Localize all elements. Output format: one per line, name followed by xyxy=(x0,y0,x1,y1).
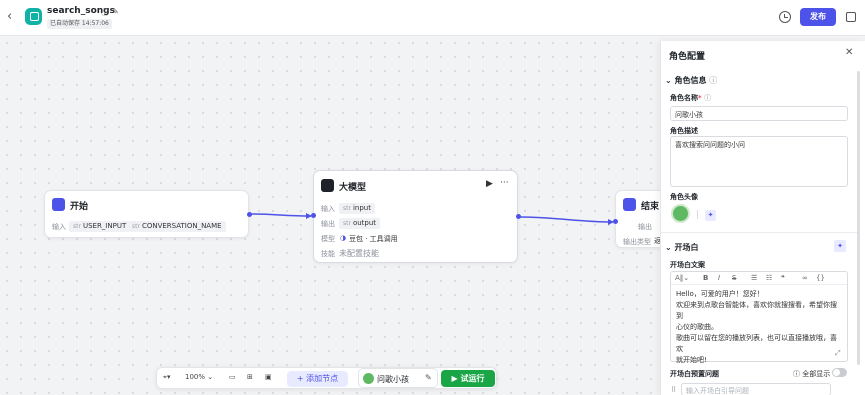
layout-icon[interactable]: ⊞ xyxy=(247,373,253,381)
app-icon xyxy=(25,8,42,25)
pointer-mode-icon[interactable]: ⌖▾ xyxy=(163,373,170,382)
link-icon[interactable]: ∞ xyxy=(802,272,808,285)
preset-questions-label: 开场白预置问题 xyxy=(670,370,719,378)
divider xyxy=(697,210,698,219)
end-node[interactable]: 结束 输出 输出类型 返 xyxy=(615,190,660,248)
opening-text-label: 开场白文案 xyxy=(670,261,705,269)
model-icon: ◑ xyxy=(340,234,347,242)
preset-question-input[interactable]: 输入开场白引导问题 xyxy=(681,383,831,395)
zoom-select[interactable]: 100% ⌄ xyxy=(185,373,213,381)
history-icon[interactable] xyxy=(779,11,791,23)
more-icon[interactable]: ··· xyxy=(500,178,509,188)
end-output-type-label: 输出类型 xyxy=(623,238,651,246)
font-size-icon[interactable]: A‖⌄ xyxy=(675,272,689,285)
show-all-label: ⓘ 全部显示 xyxy=(793,370,831,378)
role-info-section[interactable]: ⌄ 角色信息 ⓘ xyxy=(665,75,717,86)
edit-icon[interactable]: ✎ xyxy=(112,7,119,16)
role-avatar-image[interactable] xyxy=(671,204,690,223)
start-node-title: 开始 xyxy=(70,202,89,212)
panel-title: 角色配置 xyxy=(669,52,706,62)
show-all-toggle[interactable] xyxy=(832,368,847,377)
info-icon: ⓘ xyxy=(704,94,712,102)
opening-line: Hello，可爱的用户！您好！ xyxy=(676,290,764,298)
opening-line: 心仪的歌曲。 xyxy=(676,323,718,331)
publish-button[interactable]: 发布 xyxy=(800,8,836,26)
close-icon[interactable]: ✕ xyxy=(845,47,853,58)
numbered-list-icon[interactable]: ☷ xyxy=(766,272,772,285)
param-chip: str input xyxy=(339,203,375,214)
avatar-label: 角色头像 xyxy=(670,193,698,201)
role-name-input[interactable]: 问歌小孩 xyxy=(670,106,848,121)
llm-input-port[interactable] xyxy=(311,213,316,218)
ai-generate-icon[interactable]: ✦ xyxy=(834,240,846,252)
quote-icon[interactable]: ❝ xyxy=(781,272,785,285)
role-selector[interactable]: 问歌小孩 ✎ xyxy=(358,368,438,388)
divider xyxy=(661,232,857,233)
strikethrough-icon[interactable]: S xyxy=(732,272,736,285)
comment-icon[interactable]: ▭ xyxy=(229,373,236,381)
info-icon: ⓘ xyxy=(709,76,718,85)
param-chip: str CONVERSATION_NAME xyxy=(128,221,226,232)
end-node-title: 结束 xyxy=(641,202,660,212)
role-config-panel: 角色配置 ✕ ⌄ 角色信息 ⓘ 角色名称* ⓘ 问歌小孩 角色描述 喜欢搜索问问… xyxy=(660,41,865,395)
llm-model-label: 模型 xyxy=(321,235,335,243)
role-name: 问歌小孩 xyxy=(377,375,409,384)
llm-node[interactable]: 大模型 ▶ ··· 输入 str input 输出 str output 模型 ◑ … xyxy=(313,170,518,263)
llm-input-label: 输入 xyxy=(321,205,335,213)
llm-node-icon xyxy=(321,179,334,192)
llm-model-value: 豆包 · 工具调用 xyxy=(349,235,398,243)
copy-icon[interactable] xyxy=(846,12,856,22)
role-avatar xyxy=(363,373,374,384)
edge-llm-end xyxy=(518,216,614,223)
end-node-icon xyxy=(623,198,636,211)
start-output-port[interactable] xyxy=(247,212,252,217)
workflow-canvas[interactable]: 开始 输入 str USER_INPUT str CONVERSATION_NAME… xyxy=(0,36,660,395)
scrollbar[interactable] xyxy=(857,71,860,365)
edge-start-llm xyxy=(249,213,312,217)
llm-output-label: 输出 xyxy=(321,220,335,228)
bold-icon[interactable]: B xyxy=(703,272,708,285)
opening-text-editor[interactable]: A‖⌄ B I S ☰ ☷ ❝ ∞ {} Hello，可爱的用户！您好！ 欢迎来… xyxy=(670,271,848,364)
opening-section[interactable]: ⌄ 开场白 xyxy=(665,242,699,253)
ai-generate-icon[interactable]: ✦ xyxy=(705,210,716,221)
info-icon: ⓘ xyxy=(793,370,800,378)
opening-line: 欢迎来到点歌台智能体，喜欢你就搜搜看，希望你搜到 xyxy=(676,301,837,320)
param-chip: str output xyxy=(339,218,381,229)
info-icon[interactable]: ⓘ xyxy=(101,7,109,18)
role-desc-textarea[interactable]: 喜欢搜索问问题的小问 xyxy=(670,136,848,187)
llm-skill-label: 技能 xyxy=(321,250,335,258)
llm-output-port[interactable] xyxy=(516,214,521,219)
param-chip: str USER_INPUT xyxy=(69,221,131,232)
end-input-port[interactable] xyxy=(613,219,618,224)
opening-line: 就开始吧! xyxy=(676,356,707,364)
end-output-label: 输出 xyxy=(638,223,652,231)
edit-role-icon[interactable]: ✎ xyxy=(425,373,432,382)
test-run-button[interactable]: ▶ 试运行 xyxy=(441,370,495,387)
minimap-icon[interactable]: ▣ xyxy=(265,373,272,381)
add-node-button[interactable]: + 添加节点 xyxy=(287,371,348,387)
start-node-icon xyxy=(52,198,65,211)
start-node[interactable]: 开始 输入 str USER_INPUT str CONVERSATION_NAME xyxy=(44,190,249,238)
llm-skill-value: 未配置技能 xyxy=(339,249,379,258)
code-icon[interactable]: {} xyxy=(816,272,825,285)
back-icon[interactable]: ‹ xyxy=(7,9,12,24)
role-name-label: 角色名称* ⓘ xyxy=(670,94,712,102)
opening-line: 歌曲可以留在您的播放列表，也可以直接播放哦，喜欢 xyxy=(676,334,837,353)
italic-icon[interactable]: I xyxy=(718,272,720,285)
bullet-list-icon[interactable]: ☰ xyxy=(751,272,757,285)
editor-toolbar: A‖⌄ B I S ☰ ☷ ❝ ∞ {} xyxy=(671,272,847,285)
role-desc-label: 角色描述 xyxy=(670,127,698,135)
top-bar: ‹ search_songs ⓘ ✎ 已自动保存 14:57:06 发布 xyxy=(0,0,865,36)
llm-node-title: 大模型 xyxy=(339,183,367,193)
run-node-icon[interactable]: ▶ xyxy=(486,179,493,189)
opening-text-content: Hello，可爱的用户！您好！ 欢迎来到点歌台智能体，喜欢你就搜搜看，希望你搜到… xyxy=(676,289,842,366)
start-input-label: 输入 xyxy=(52,223,66,231)
save-status-badge: 已自动保存 14:57:06 xyxy=(47,19,112,29)
expand-icon[interactable]: ⤢ xyxy=(835,349,841,358)
drag-handle-icon[interactable]: ⠿ xyxy=(671,386,676,394)
